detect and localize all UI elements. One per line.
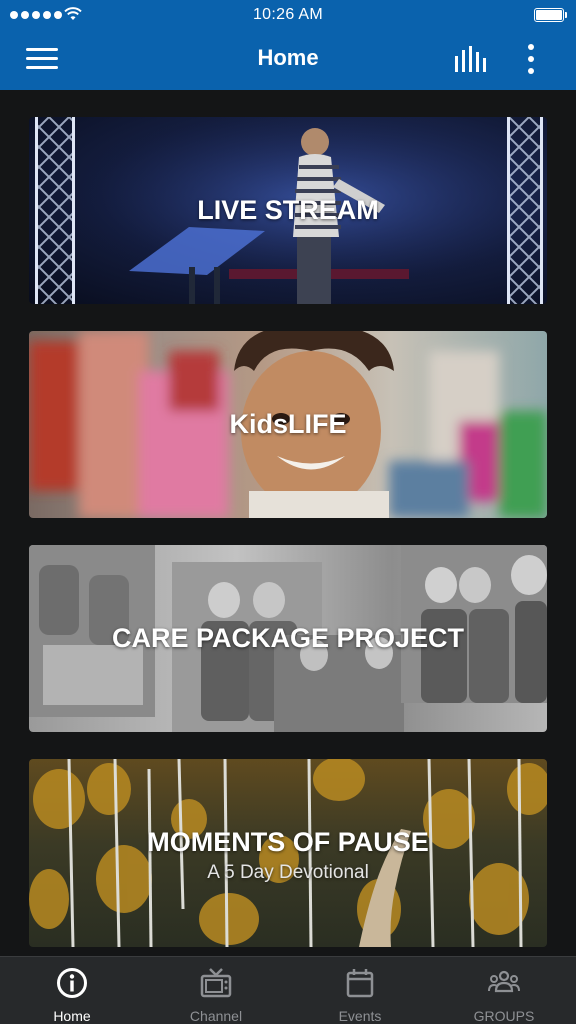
top-bar: 10:26 AM Home <box>0 0 576 90</box>
tab-channel[interactable]: Channel <box>144 957 288 1024</box>
status-bar: 10:26 AM <box>0 0 576 30</box>
tab-label: Home <box>53 1008 91 1024</box>
battery-icon <box>534 8 567 22</box>
more-options-icon[interactable] <box>523 44 539 74</box>
moments-of-pause-card[interactable]: MOMENTS OF PAUSE A 5 Day Devotional <box>29 759 547 947</box>
page-title: Home <box>257 45 319 70</box>
calendar-icon <box>346 969 374 998</box>
care-package-project-card[interactable]: CARE PACKAGE PROJECT <box>29 545 547 732</box>
app-screen: 10:26 AM Home LIVE STREAM KidsLIFE CARE … <box>0 0 576 1024</box>
tab-groups[interactable]: GROUPS <box>432 957 576 1024</box>
group-icon <box>488 970 520 993</box>
tab-label: GROUPS <box>473 1008 535 1024</box>
live-stream-card[interactable]: LIVE STREAM <box>29 117 547 304</box>
tab-home[interactable]: Home <box>0 957 144 1024</box>
tv-icon <box>200 968 232 998</box>
card-title: LIVE STREAM <box>197 195 379 225</box>
card-title: KidsLIFE <box>229 409 347 439</box>
card-title: CARE PACKAGE PROJECT <box>111 623 465 653</box>
audio-bars-icon[interactable] <box>454 46 488 72</box>
tab-label: Channel <box>189 1008 243 1024</box>
navigation-bar: Home <box>0 30 576 88</box>
card-subtitle: A 5 Day Devotional <box>207 862 369 883</box>
bottom-tab-bar: Home Channel Events GROUPS <box>0 956 576 1024</box>
card-title: MOMENTS OF PAUSE <box>147 827 429 857</box>
tab-events[interactable]: Events <box>288 957 432 1024</box>
kidslife-card[interactable]: KidsLIFE <box>29 331 547 518</box>
status-time: 10:26 AM <box>252 6 323 23</box>
tab-label: Events <box>338 1008 382 1024</box>
info-icon <box>57 968 87 998</box>
